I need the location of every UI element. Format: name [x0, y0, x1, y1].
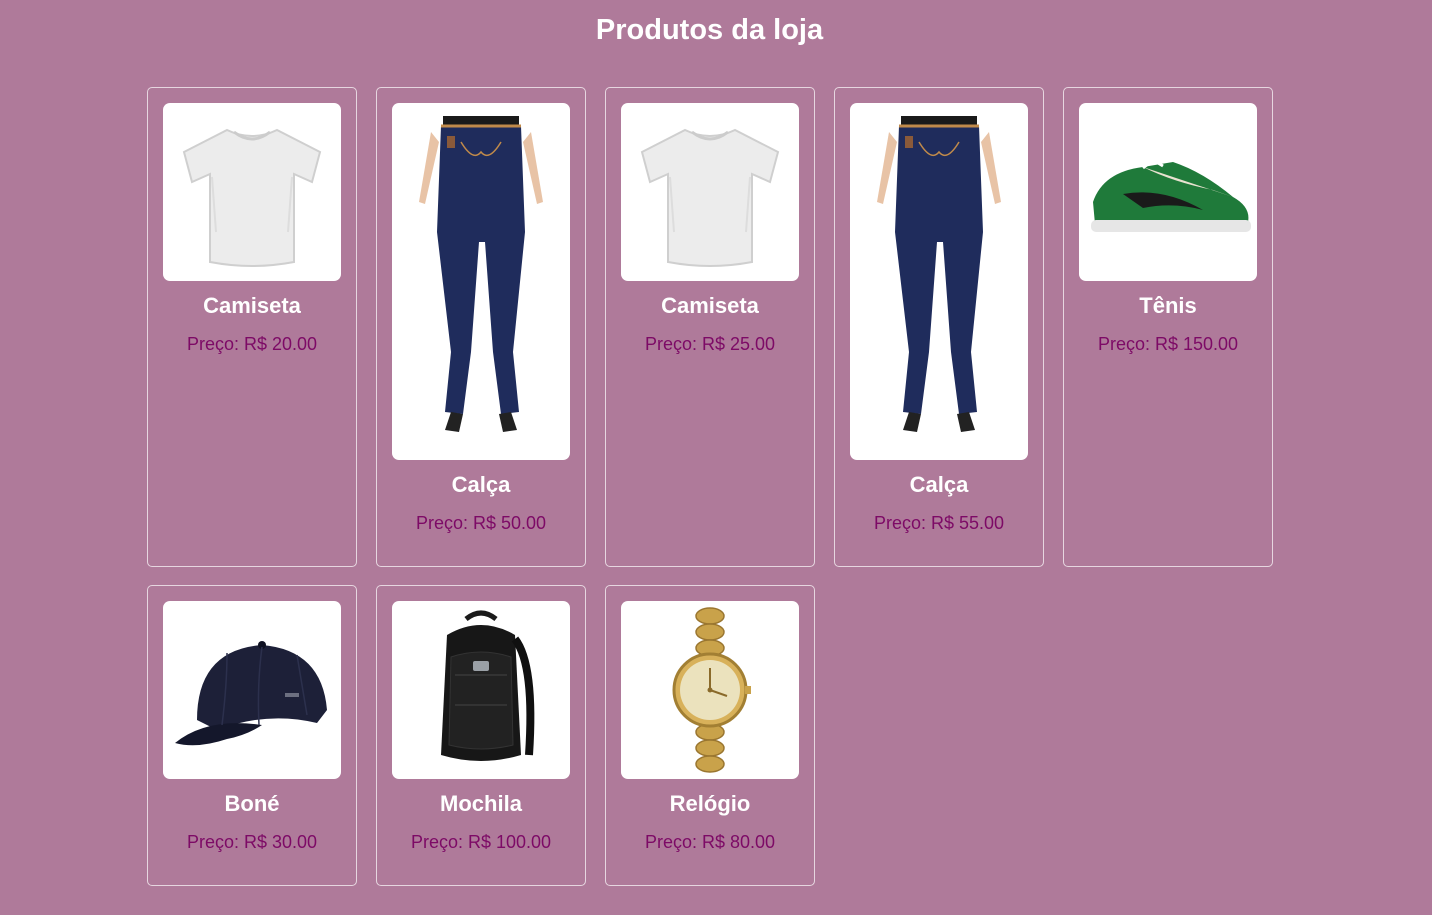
product-card[interactable]: Camiseta Preço: R$ 25.00 — [605, 87, 815, 567]
product-price: Preço: R$ 25.00 — [644, 334, 776, 354]
product-card[interactable]: Boné Preço: R$ 30.00 — [147, 585, 357, 886]
product-card[interactable]: Camiseta Preço: R$ 20.00 — [147, 87, 357, 567]
product-card[interactable]: Mochila Preço: R$ 100.00 — [376, 585, 586, 886]
product-price: Preço: R$ 30.00 — [186, 832, 318, 852]
product-card[interactable]: Calça Preço: R$ 50.00 — [376, 87, 586, 567]
product-name: Mochila — [440, 791, 522, 816]
product-name: Camiseta — [661, 293, 759, 318]
product-name: Camiseta — [203, 293, 301, 318]
product-price: Preço: R$ 55.00 — [873, 513, 1005, 533]
product-grid: Camiseta Preço: R$ 20.00 Calça Preço: R$… — [147, 87, 1287, 886]
jeans-image — [850, 103, 1028, 460]
product-price: Preço: R$ 150.00 — [1097, 334, 1239, 354]
watch-image — [621, 601, 799, 779]
jeans-image — [392, 103, 570, 460]
tshirt-image — [621, 103, 799, 281]
product-price: Preço: R$ 20.00 — [186, 334, 318, 354]
product-price: Preço: R$ 50.00 — [415, 513, 547, 533]
product-card[interactable]: Calça Preço: R$ 55.00 — [834, 87, 1044, 567]
product-name: Calça — [451, 472, 511, 497]
product-name: Calça — [909, 472, 969, 497]
product-price: Preço: R$ 100.00 — [410, 832, 552, 852]
product-card[interactable]: Relógio Preço: R$ 80.00 — [605, 585, 815, 886]
page-title: Produtos da loja — [595, 14, 824, 46]
tshirt-image — [163, 103, 341, 281]
product-price: Preço: R$ 80.00 — [644, 832, 776, 852]
cap-image — [163, 601, 341, 779]
backpack-image — [392, 601, 570, 779]
product-card[interactable]: Tênis Preço: R$ 150.00 — [1063, 87, 1273, 567]
product-name: Boné — [224, 791, 280, 816]
product-name: Relógio — [669, 791, 751, 816]
sneaker-image — [1079, 103, 1257, 281]
product-name: Tênis — [1139, 293, 1197, 318]
